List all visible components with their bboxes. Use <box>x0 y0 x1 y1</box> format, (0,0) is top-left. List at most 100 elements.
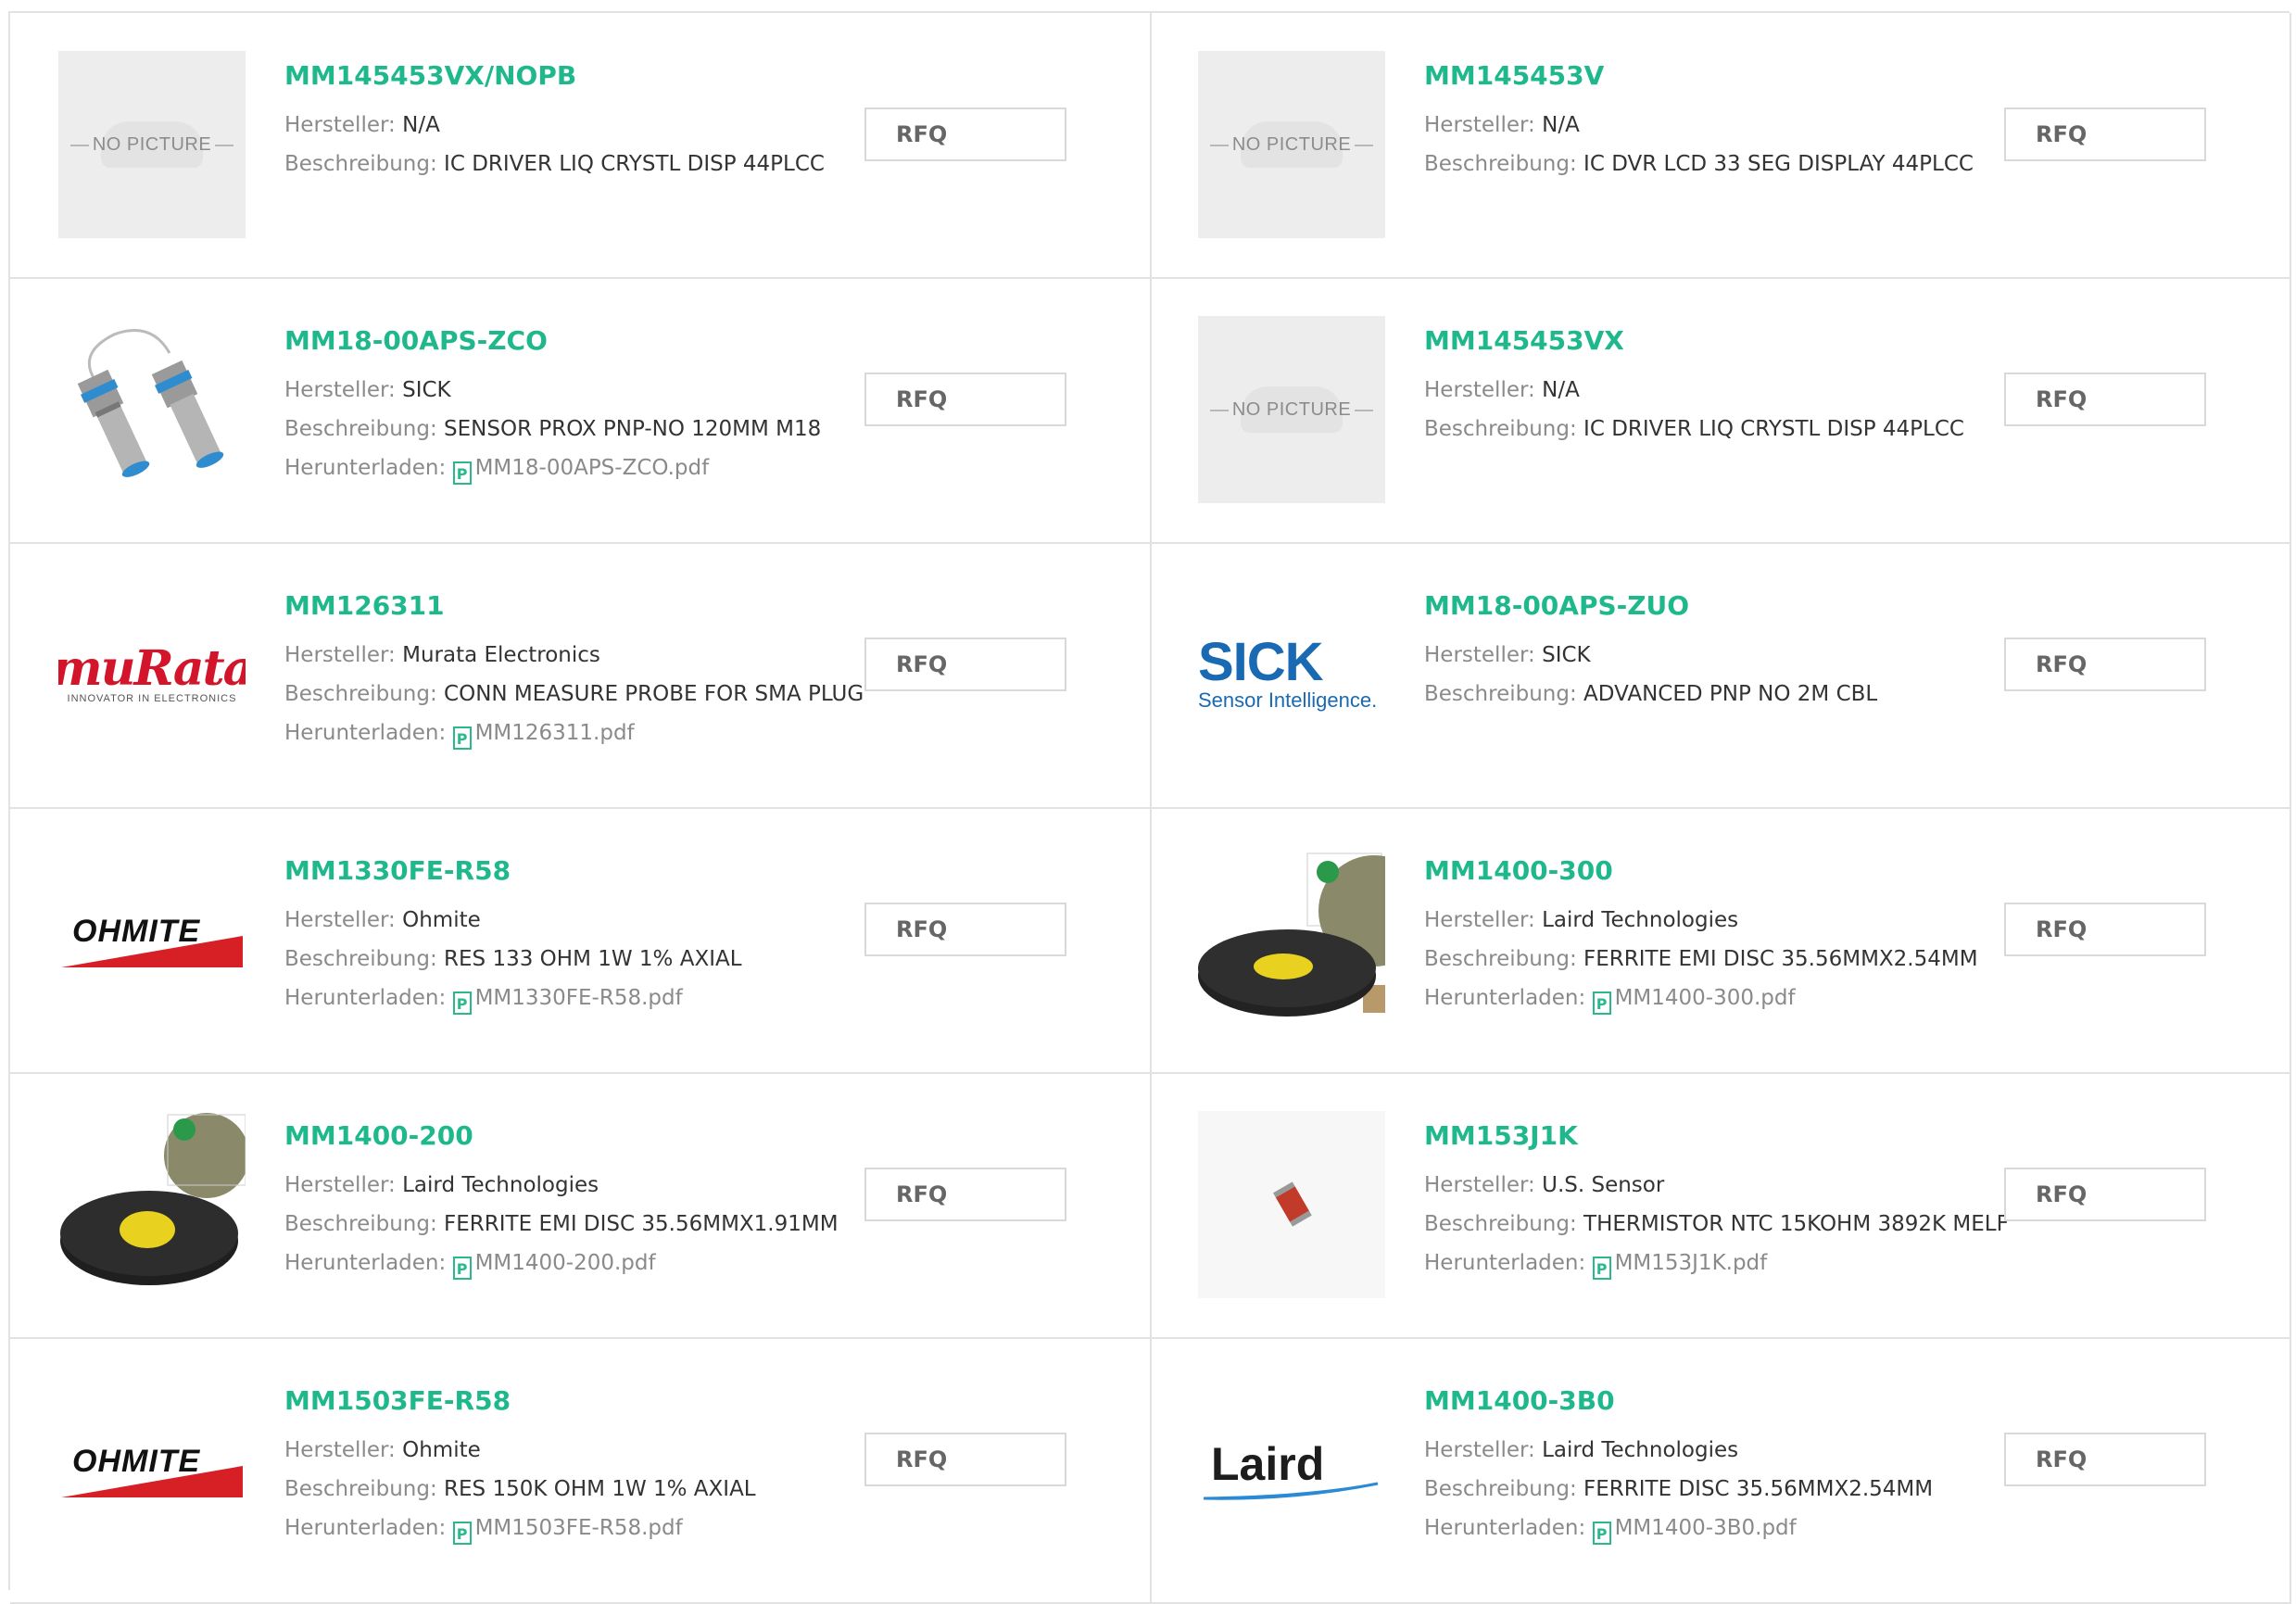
rfq-button[interactable]: RFQ <box>864 1433 1066 1486</box>
no-picture-placeholder[interactable]: NO PICTURE <box>1198 51 1385 238</box>
product-image[interactable]: OHMITE <box>58 1376 246 1563</box>
part-number-link[interactable]: MM1400-3B0 <box>1424 1383 2017 1420</box>
download-label: Herunterladen: <box>284 1516 447 1540</box>
description-value: ADVANCED PNP NO 2M CBL <box>1583 682 1878 706</box>
description-row: Beschreibung: CONN MEASURE PROBE FOR SMA… <box>284 675 877 714</box>
no-picture-placeholder[interactable]: NO PICTURE <box>58 51 246 238</box>
manufacturer-value: U.S. Sensor <box>1542 1173 1665 1197</box>
description-row: Beschreibung: THERMISTOR NTC 15KOHM 3892… <box>1424 1205 2017 1244</box>
rfq-button[interactable]: RFQ <box>2004 638 2206 691</box>
no-picture-placeholder[interactable]: NO PICTURE <box>1198 316 1385 503</box>
datasheet-link[interactable]: MM1503FE-R58.pdf <box>475 1516 683 1540</box>
download-label: Herunterladen: <box>284 721 447 745</box>
part-number-link[interactable]: MM153J1K <box>1424 1118 2017 1155</box>
rfq-button[interactable]: RFQ <box>864 1168 1066 1221</box>
part-number-link[interactable]: MM145453VX/NOPB <box>284 57 877 95</box>
pdf-icon: P <box>452 1522 472 1545</box>
rfq-button[interactable]: RFQ <box>2004 1433 2206 1486</box>
rfq-button[interactable]: RFQ <box>864 373 1066 426</box>
rfq-button[interactable]: RFQ <box>864 638 1066 691</box>
manufacturer-row: Hersteller: N/A <box>1424 371 2017 410</box>
manufacturer-row: Hersteller: N/A <box>1424 106 2017 145</box>
part-number-link[interactable]: MM1503FE-R58 <box>284 1383 877 1420</box>
description-value: IC DVR LCD 33 SEG DISPLAY 44PLCC <box>1583 152 1974 176</box>
product-image[interactable] <box>1198 1111 1385 1298</box>
rfq-button[interactable]: RFQ <box>2004 373 2206 426</box>
datasheet-link[interactable]: MM1400-300.pdf <box>1615 986 1796 1010</box>
description-label: Beschreibung: <box>1424 682 1577 706</box>
product-image[interactable]: Laird <box>1198 1376 1385 1563</box>
datasheet-link[interactable]: MM1400-3B0.pdf <box>1615 1516 1797 1540</box>
product-image[interactable] <box>58 316 246 503</box>
description-label: Beschreibung: <box>284 682 437 706</box>
manufacturer-value: N/A <box>1542 113 1580 137</box>
description-label: Beschreibung: <box>284 417 437 441</box>
manufacturer-row: Hersteller: Murata Electronics <box>284 636 877 675</box>
datasheet-link[interactable]: MM18-00APS-ZCO.pdf <box>475 456 710 480</box>
laird-swoosh-icon <box>1203 1482 1379 1500</box>
manufacturer-label: Hersteller: <box>284 908 396 932</box>
manufacturer-value: N/A <box>1542 378 1580 402</box>
rfq-button[interactable]: RFQ <box>864 903 1066 956</box>
no-picture-label: NO PICTURE <box>69 133 234 155</box>
product-image[interactable]: muRata INNOVATOR IN ELECTRONICS <box>58 581 246 768</box>
rfq-button[interactable]: RFQ <box>864 107 1066 161</box>
description-value: THERMISTOR NTC 15KOHM 3892K MELF <box>1583 1212 2009 1236</box>
part-number-link[interactable]: MM126311 <box>284 587 877 625</box>
part-number-link[interactable]: MM145453VX <box>1424 322 2017 360</box>
download-row: Herunterladen: P MM1330FE-R58.pdf <box>284 979 877 1017</box>
description-value: FERRITE EMI DISC 35.56MMX2.54MM <box>1583 947 1978 971</box>
murata-tagline: INNOVATOR IN ELECTRONICS <box>67 693 237 704</box>
product-image[interactable] <box>1198 846 1385 1033</box>
rfq-button[interactable]: RFQ <box>2004 1168 2206 1221</box>
description-row: Beschreibung: SENSOR PROX PNP-NO 120MM M… <box>284 410 877 448</box>
description-label: Beschreibung: <box>1424 1212 1577 1236</box>
ohmite-logo: OHMITE <box>61 1442 243 1497</box>
datasheet-link[interactable]: MM1400-200.pdf <box>475 1251 656 1275</box>
download-row: Herunterladen: P MM153J1K.pdf <box>1424 1244 2017 1282</box>
manufacturer-value: Ohmite <box>402 908 481 932</box>
pdf-icon: P <box>452 726 472 750</box>
download-label: Herunterladen: <box>1424 986 1586 1010</box>
sick-logo-text: SICK <box>1198 632 1324 692</box>
part-number-link[interactable]: MM1400-300 <box>1424 853 2017 890</box>
laird-logo: Laird <box>1198 1437 1385 1502</box>
part-number-link[interactable]: MM1400-200 <box>284 1118 877 1155</box>
description-row: Beschreibung: RES 133 OHM 1W 1% AXIAL <box>284 940 877 979</box>
manufacturer-value: SICK <box>402 378 451 402</box>
description-label: Beschreibung: <box>284 152 437 176</box>
manufacturer-label: Hersteller: <box>284 643 396 667</box>
description-value: CONN MEASURE PROBE FOR SMA PLUG <box>444 682 864 706</box>
datasheet-link[interactable]: MM153J1K.pdf <box>1615 1251 1768 1275</box>
product-card: MM1400-200 Hersteller: Laird Technologie… <box>10 1073 1152 1339</box>
part-number-link[interactable]: MM145453V <box>1424 57 2017 95</box>
ferrite-disc-icon <box>1198 853 1385 1017</box>
manufacturer-label: Hersteller: <box>284 1438 396 1462</box>
product-image[interactable] <box>58 1111 246 1298</box>
description-row: Beschreibung: RES 150K OHM 1W 1% AXIAL <box>284 1470 877 1509</box>
part-number-link[interactable]: MM1330FE-R58 <box>284 853 877 890</box>
product-image[interactable]: SICK Sensor Intelligence. <box>1198 581 1385 768</box>
pdf-icon: P <box>452 991 472 1015</box>
part-number-link[interactable]: MM18-00APS-ZUO <box>1424 587 2017 625</box>
rfq-button[interactable]: RFQ <box>2004 107 2206 161</box>
description-value: IC DRIVER LIQ CRYSTL DISP 44PLCC <box>444 152 825 176</box>
datasheet-link[interactable]: MM126311.pdf <box>475 721 635 745</box>
manufacturer-row: Hersteller: Ohmite <box>284 1431 877 1470</box>
product-image[interactable]: OHMITE <box>58 846 246 1033</box>
manufacturer-label: Hersteller: <box>284 1173 396 1197</box>
product-grid: NO PICTURE MM145453VX/NOPB Hersteller: N… <box>8 11 2291 1604</box>
description-label: Beschreibung: <box>284 1477 437 1501</box>
manufacturer-row: Hersteller: Laird Technologies <box>284 1166 877 1205</box>
manufacturer-value: Laird Technologies <box>402 1173 599 1197</box>
manufacturer-label: Hersteller: <box>1424 1173 1535 1197</box>
product-card: Laird MM1400-3B0 Hersteller: Laird Techn… <box>1150 1338 2291 1604</box>
part-number-link[interactable]: MM18-00APS-ZCO <box>284 322 877 360</box>
description-label: Beschreibung: <box>1424 1477 1577 1501</box>
manufacturer-label: Hersteller: <box>284 113 396 137</box>
manufacturer-value: SICK <box>1542 643 1591 667</box>
description-label: Beschreibung: <box>1424 152 1577 176</box>
rfq-button[interactable]: RFQ <box>2004 903 2206 956</box>
datasheet-link[interactable]: MM1330FE-R58.pdf <box>475 986 683 1010</box>
product-card: OHMITE MM1330FE-R58 Hersteller: Ohmite B… <box>10 808 1152 1074</box>
